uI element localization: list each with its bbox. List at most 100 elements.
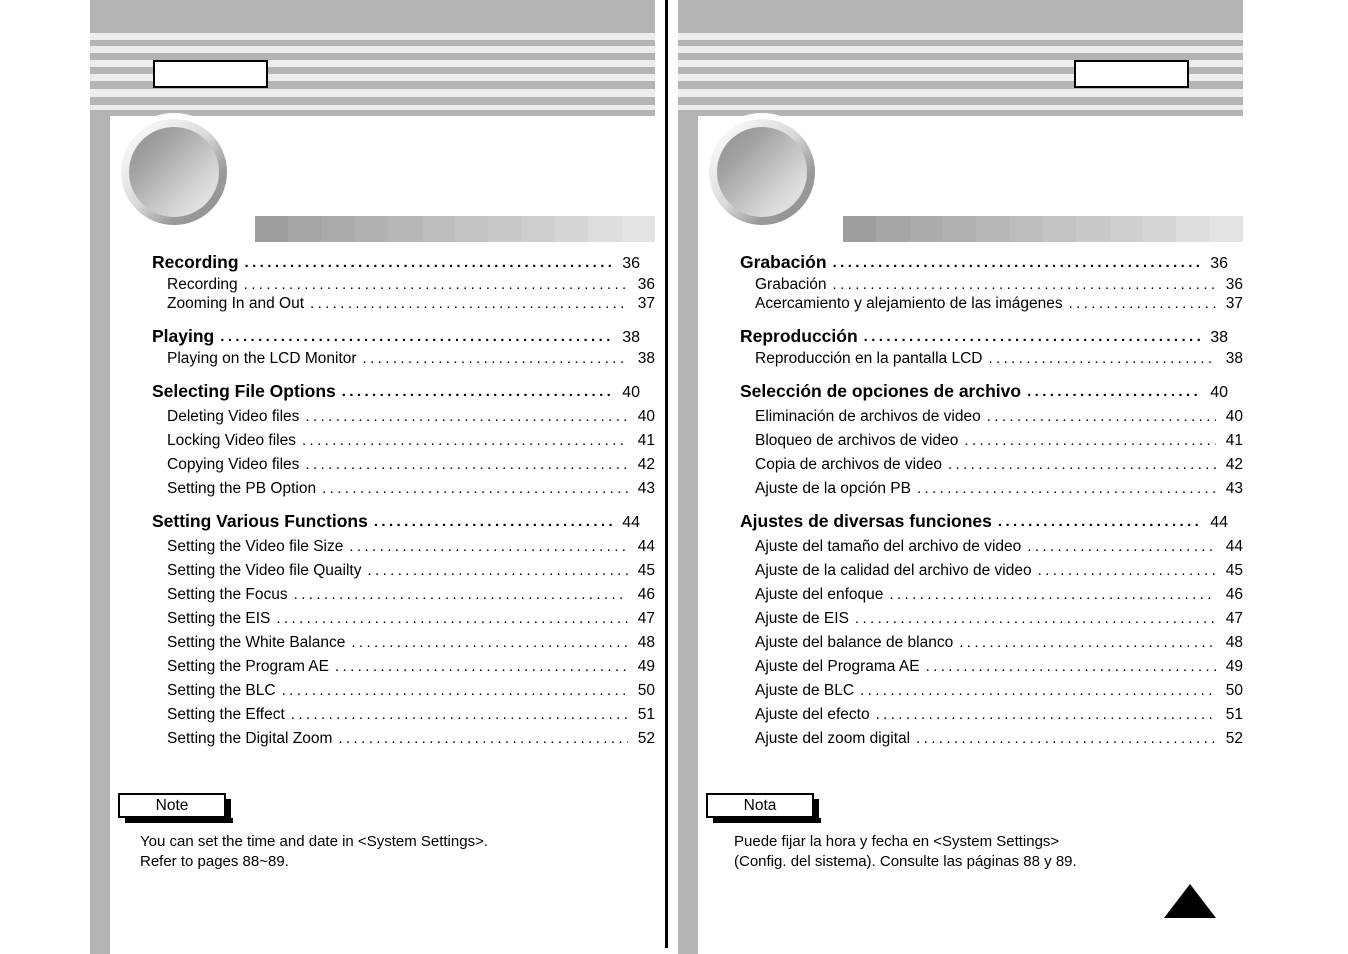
gradient-step bbox=[1176, 216, 1210, 242]
gradient-step bbox=[388, 216, 422, 242]
toc-entry-row[interactable]: Recording...............................… bbox=[152, 276, 655, 294]
toc-page-number: 42 bbox=[637, 456, 655, 473]
toc-entry-row[interactable]: Reproducción en la pantalla LCD.........… bbox=[740, 350, 1243, 368]
toc-section-row[interactable]: Selección de opciones de archivo........… bbox=[740, 381, 1228, 402]
toc-leader-dots: ........................................… bbox=[305, 457, 628, 472]
toc-page-number: 40 bbox=[1225, 408, 1243, 425]
toc-entry-row[interactable]: Playing on the LCD Monitor..............… bbox=[152, 350, 655, 368]
toc-entry-label: Setting the BLC bbox=[167, 682, 276, 699]
toc-entry-row[interactable]: Ajuste del Programa AE..................… bbox=[740, 658, 1243, 676]
toc-entry-row[interactable]: Copying Video files.....................… bbox=[152, 456, 655, 474]
gradient-step bbox=[1209, 216, 1243, 242]
toc-entry-label: Setting the Video file Size bbox=[167, 538, 344, 555]
toc-entry-row[interactable]: Ajuste de BLC...........................… bbox=[740, 682, 1243, 700]
toc-leader-dots: ........................................… bbox=[351, 635, 628, 650]
toc-page-number: 38 bbox=[1210, 329, 1228, 346]
toc-section-label: Recording bbox=[152, 252, 239, 272]
toc-page-number: 41 bbox=[1225, 432, 1243, 449]
toc-entry-row[interactable]: Setting the PB Option...................… bbox=[152, 480, 655, 498]
toc-entry-row[interactable]: Setting the Digital Zoom................… bbox=[152, 730, 655, 748]
toc-entry-label: Recording bbox=[167, 276, 238, 293]
toc-entry-row[interactable]: Ajuste de EIS...........................… bbox=[740, 610, 1243, 628]
toc-entry-row[interactable]: Setting the White Balance...............… bbox=[152, 634, 655, 652]
header-stripe bbox=[678, 0, 1243, 33]
manual-spread: Recording...............................… bbox=[0, 0, 1348, 954]
toc-entry-row[interactable]: Setting the Focus.......................… bbox=[152, 586, 655, 604]
toc-entry-label: Reproducción en la pantalla LCD bbox=[755, 350, 983, 367]
toc-leader-dots: ........................................… bbox=[334, 659, 628, 674]
toc-entry-row[interactable]: Grabación...............................… bbox=[740, 276, 1243, 294]
toc-entry-row[interactable]: Ajuste del balance de blanco............… bbox=[740, 634, 1243, 652]
toc-section-row[interactable]: Ajustes de diversas funciones...........… bbox=[740, 511, 1228, 532]
toc-entry-row[interactable]: Setting the Program AE..................… bbox=[152, 658, 655, 676]
toc-entry-row[interactable]: Ajuste de la calidad del archivo de vide… bbox=[740, 562, 1243, 580]
toc-leader-dots: ........................................… bbox=[244, 255, 613, 270]
toc-page-number: 40 bbox=[1210, 384, 1228, 401]
toc-page-number: 36 bbox=[622, 255, 640, 272]
note-tab-label: Note bbox=[118, 793, 233, 823]
toc-entry-row[interactable]: Ajuste del enfoque......................… bbox=[740, 586, 1243, 604]
decorative-sphere-icon bbox=[115, 113, 233, 231]
toc-entry-row[interactable]: Ajuste del efecto.......................… bbox=[740, 706, 1243, 724]
toc-entry-row[interactable]: Zooming In and Out......................… bbox=[152, 295, 655, 313]
toc-entry-row[interactable]: Ajuste de la opción PB..................… bbox=[740, 480, 1243, 498]
toc-leader-dots: ........................................… bbox=[997, 514, 1201, 529]
toc-list-english: Recording...............................… bbox=[152, 252, 655, 761]
gradient-step bbox=[942, 216, 977, 242]
toc-page-number: 44 bbox=[637, 538, 655, 555]
toc-leader-dots: ........................................… bbox=[341, 384, 613, 399]
header-stripe bbox=[678, 97, 1243, 105]
toc-page-number: 46 bbox=[1225, 586, 1243, 603]
toc-page-number: 43 bbox=[1225, 480, 1243, 497]
toc-section-row[interactable]: Selecting File Options..................… bbox=[152, 381, 640, 402]
page-corner-triangle-icon bbox=[1164, 884, 1216, 918]
gradient-rule-bar bbox=[255, 216, 655, 242]
toc-entry-row[interactable]: Ajuste del zoom digital.................… bbox=[740, 730, 1243, 748]
toc-entry-label: Ajuste del Programa AE bbox=[755, 658, 920, 675]
toc-entry-row[interactable]: Setting the Effect......................… bbox=[152, 706, 655, 724]
toc-entry-row[interactable]: Setting the Video file Size.............… bbox=[152, 538, 655, 556]
toc-section-row[interactable]: Playing.................................… bbox=[152, 326, 640, 347]
page-right-spanish: Grabación...............................… bbox=[678, 0, 1243, 954]
toc-entry-row[interactable]: Deleting Video files....................… bbox=[152, 408, 655, 426]
toc-entry-label: Locking Video files bbox=[167, 432, 296, 449]
toc-page-number: 36 bbox=[637, 276, 655, 293]
toc-page-number: 44 bbox=[1210, 514, 1228, 531]
toc-entry-row[interactable]: Acercamiento y alejamiento de las imágen… bbox=[740, 295, 1243, 313]
toc-group: Setting Various Functions...............… bbox=[152, 511, 655, 748]
toc-entry-label: Deleting Video files bbox=[167, 408, 300, 425]
toc-entry-row[interactable]: Setting the BLC.........................… bbox=[152, 682, 655, 700]
toc-group: Grabación...............................… bbox=[740, 252, 1243, 313]
toc-entry-label: Setting the Video file Quailty bbox=[167, 562, 362, 579]
gradient-step bbox=[354, 216, 389, 242]
toc-page-number: 48 bbox=[1225, 634, 1243, 651]
toc-page-number: 38 bbox=[622, 329, 640, 346]
toc-entry-row[interactable]: Bloqueo de archivos de video............… bbox=[740, 432, 1243, 450]
toc-entry-row[interactable]: Eliminación de archivos de video........… bbox=[740, 408, 1243, 426]
note-body-text: Puede fijar la hora y fecha en <System S… bbox=[734, 833, 1077, 870]
header-stripe bbox=[90, 33, 655, 40]
gradient-step bbox=[621, 216, 655, 242]
toc-page-number: 43 bbox=[637, 480, 655, 497]
toc-group: Selección de opciones de archivo........… bbox=[740, 381, 1243, 498]
toc-section-label: Playing bbox=[152, 326, 215, 346]
toc-leader-dots: ........................................… bbox=[338, 731, 628, 746]
toc-entry-label: Ajuste del zoom digital bbox=[755, 730, 911, 747]
gradient-step bbox=[1009, 216, 1043, 242]
toc-section-row[interactable]: Recording...............................… bbox=[152, 252, 640, 273]
toc-leader-dots: ........................................… bbox=[310, 296, 628, 311]
toc-section-row[interactable]: Reproducción............................… bbox=[740, 326, 1228, 347]
toc-entry-row[interactable]: Copia de archivos de video..............… bbox=[740, 456, 1243, 474]
toc-section-row[interactable]: Setting Various Functions...............… bbox=[152, 511, 640, 532]
toc-entry-row[interactable]: Locking Video files.....................… bbox=[152, 432, 655, 450]
toc-entry-row[interactable]: Setting the Video file Quailty..........… bbox=[152, 562, 655, 580]
toc-entry-row[interactable]: Setting the EIS.........................… bbox=[152, 610, 655, 628]
toc-page-number: 52 bbox=[637, 730, 655, 747]
toc-entry-row[interactable]: Ajuste del tamaño del archivo de video..… bbox=[740, 538, 1243, 556]
toc-section-row[interactable]: Grabación...............................… bbox=[740, 252, 1228, 273]
header-title-box bbox=[153, 60, 268, 88]
toc-page-number: 49 bbox=[637, 658, 655, 675]
toc-leader-dots: ........................................… bbox=[1027, 539, 1216, 554]
toc-page-number: 50 bbox=[1225, 682, 1243, 699]
decorative-sphere-icon bbox=[703, 113, 821, 231]
